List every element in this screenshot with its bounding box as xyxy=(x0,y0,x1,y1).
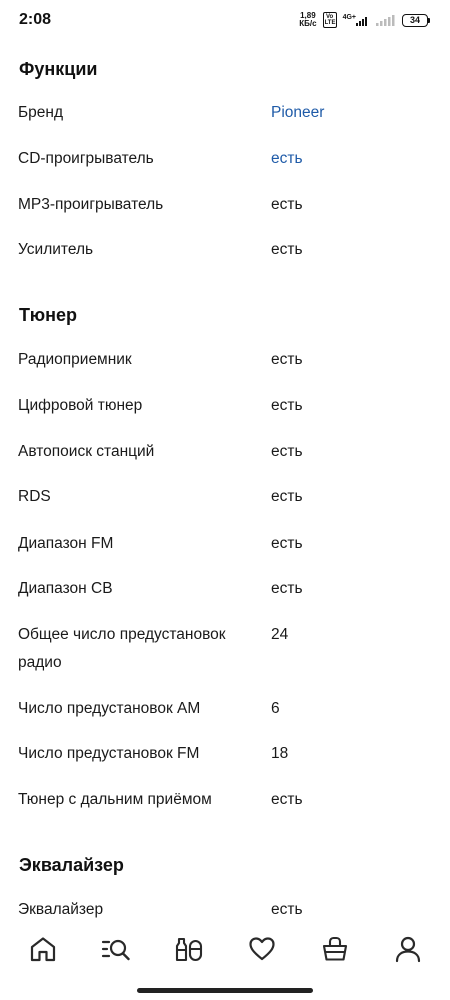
spec-value: есть xyxy=(271,443,303,460)
spec-value-brand-link[interactable]: Pioneer xyxy=(271,99,324,127)
bottom-navigation xyxy=(0,920,450,978)
spec-value: есть xyxy=(271,901,303,918)
section-title-equalizer: Эквалайзер xyxy=(19,855,124,875)
section-title-tuner: Тюнер xyxy=(19,305,78,325)
spec-label: Число предустановок FM xyxy=(18,745,200,762)
spec-value: есть xyxy=(271,488,303,505)
spec-value: 24 xyxy=(271,626,289,643)
spec-value: есть xyxy=(271,351,303,368)
spec-label: CD-проигрыватель xyxy=(18,150,154,167)
spec-value: есть xyxy=(271,580,303,597)
profile-icon xyxy=(395,936,420,963)
spec-value: 6 xyxy=(271,700,280,717)
signal-bars-2-icon xyxy=(376,14,395,26)
spec-label: Диапазон FM xyxy=(18,535,114,552)
catalog-search-icon xyxy=(101,939,130,961)
nav-profile[interactable] xyxy=(383,927,433,971)
spec-value: есть xyxy=(271,241,303,258)
nav-cart[interactable] xyxy=(310,927,360,971)
cart-icon xyxy=(322,936,347,961)
spec-label: Автопоиск станций xyxy=(18,443,155,460)
section-title-functions: Функции xyxy=(19,59,98,79)
signal-bars-icon xyxy=(356,16,367,26)
battery-level: 34 xyxy=(402,13,428,27)
spec-value: есть xyxy=(271,535,303,552)
status-bar: 2:08 1,89 КБ/с Vo LTE 4G+ 34 xyxy=(0,0,450,40)
spec-label: Общее число предустановок радио xyxy=(18,626,226,671)
status-time: 2:08 xyxy=(19,11,52,28)
home-indicator[interactable] xyxy=(137,988,313,993)
spec-label: MP3-проигрыватель xyxy=(18,196,164,213)
spec-label: Бренд xyxy=(18,104,64,121)
spec-value: 18 xyxy=(271,745,289,762)
mobile-signal-icon: 4G+ xyxy=(342,13,370,26)
network-speed-unit: КБ/с xyxy=(299,19,317,28)
network-speed: 1,89 КБ/с xyxy=(299,12,316,28)
spec-label: Эквалайзер xyxy=(18,901,104,918)
battery-icon: 34 xyxy=(402,13,430,27)
home-icon xyxy=(30,937,55,962)
spec-value: есть xyxy=(271,196,303,213)
nav-products[interactable] xyxy=(164,927,214,971)
spec-label: Диапазон СВ xyxy=(18,580,113,597)
status-icons: 1,89 КБ/с Vo LTE 4G+ 34 xyxy=(299,12,430,28)
spec-value: есть xyxy=(271,397,303,414)
spec-value: есть xyxy=(271,791,303,808)
network-type: 4G+ xyxy=(342,13,356,21)
specs-list: Функции Бренд Pioneer CD-проигрыватель е… xyxy=(0,40,450,920)
spec-label: RDS xyxy=(18,488,51,505)
spec-label: Тюнер с дальним приёмом xyxy=(18,791,212,808)
spec-label: Цифровой тюнер xyxy=(18,397,143,414)
nav-home[interactable] xyxy=(18,927,68,971)
spec-value-cd-link[interactable]: есть xyxy=(271,145,303,173)
spec-label: Усилитель xyxy=(18,241,94,258)
nav-catalog[interactable] xyxy=(91,927,141,971)
spec-label: Число предустановок AM xyxy=(18,700,201,717)
spec-label: Радиоприемник xyxy=(18,351,132,368)
nav-favorites[interactable] xyxy=(237,927,287,971)
volte-icon: Vo LTE xyxy=(322,12,337,28)
favorites-heart-icon xyxy=(248,937,275,961)
products-icon xyxy=(175,937,202,962)
